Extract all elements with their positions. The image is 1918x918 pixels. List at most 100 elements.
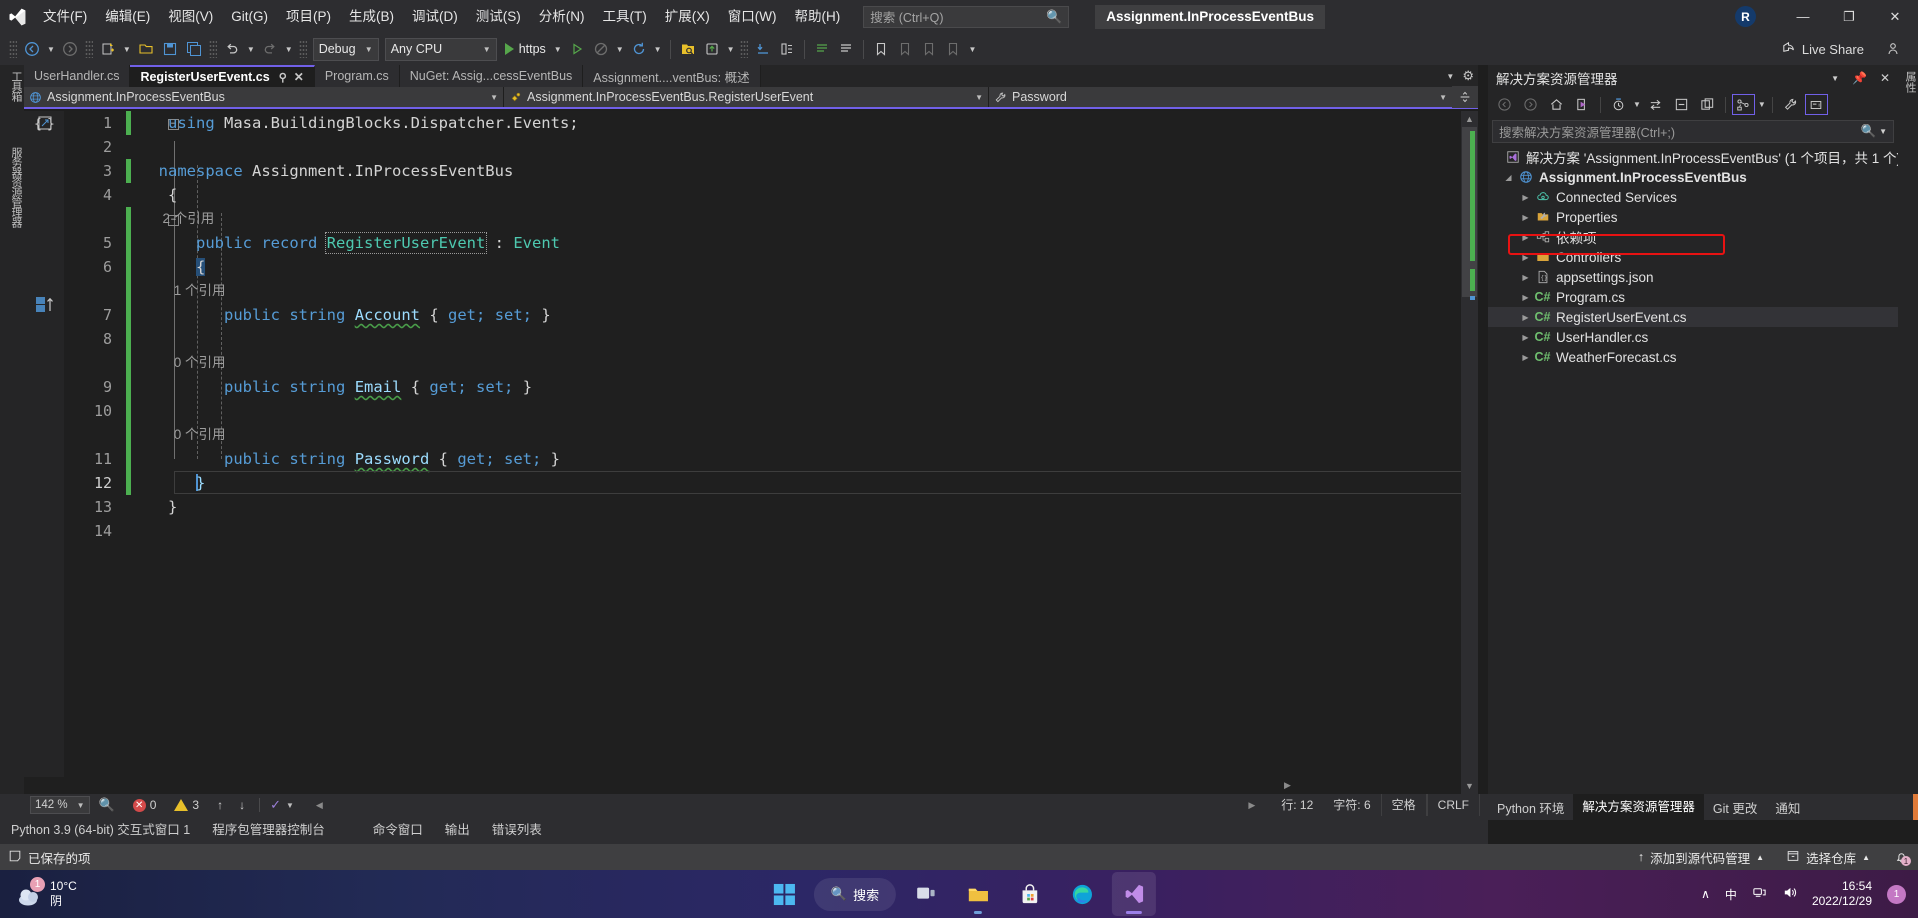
- menu-analyze[interactable]: 分析(N): [530, 0, 594, 33]
- switch-views-icon[interactable]: [1644, 94, 1667, 115]
- navigate-backward-icon[interactable]: [20, 37, 44, 61]
- forward-icon[interactable]: [1519, 94, 1542, 115]
- dock-tab-solution-explorer[interactable]: 解决方案资源管理器: [1573, 794, 1704, 820]
- collapse-all-icon[interactable]: [1670, 94, 1693, 115]
- previous-bookmark-icon[interactable]: [893, 37, 917, 61]
- chevron-right-icon[interactable]: ▶: [1518, 233, 1533, 242]
- chevron-right-icon[interactable]: ▶: [1518, 333, 1533, 342]
- quick-search-input[interactable]: 搜索 (Ctrl+Q) 🔍: [863, 5, 1070, 28]
- taskbar-search-button[interactable]: 🔍 搜索: [813, 877, 897, 911]
- navbar-project-select[interactable]: Assignment.InProcessEventBus ▼: [24, 87, 504, 107]
- uncomment-icon[interactable]: [834, 37, 858, 61]
- live-share-session-icon[interactable]: [1882, 37, 1906, 61]
- restart-dropdown-icon[interactable]: ▼: [651, 45, 665, 54]
- menu-extensions[interactable]: 扩展(X): [656, 0, 719, 33]
- minimize-button[interactable]: —: [1780, 0, 1826, 33]
- indentation-indicator[interactable]: 空格: [1380, 794, 1427, 816]
- file-explorer-icon[interactable]: [956, 872, 1000, 916]
- undo-dropdown-icon[interactable]: ▼: [244, 45, 258, 54]
- save-all-icon[interactable]: [182, 37, 206, 61]
- sync-with-active-document-icon[interactable]: [1571, 94, 1594, 115]
- start-debug-dropdown-icon[interactable]: ▼: [551, 45, 565, 54]
- menu-view[interactable]: 视图(V): [159, 0, 222, 33]
- select-repository-button[interactable]: 选择仓库 ▲: [1786, 848, 1870, 867]
- volume-icon[interactable]: [1782, 885, 1797, 903]
- solution-configuration-select[interactable]: Debug ▼: [312, 37, 379, 61]
- toolbar-grip-2[interactable]: [84, 40, 93, 58]
- line-ending-indicator[interactable]: CRLF: [1426, 794, 1480, 816]
- tree-row-project[interactable]: ◢ Assignment.InProcessEventBus: [1488, 167, 1898, 187]
- tree-row-weatherforecast-cs[interactable]: ▶ C# WeatherForecast.cs: [1488, 347, 1898, 367]
- show-all-files-icon[interactable]: [1696, 94, 1719, 115]
- properties-wrench-icon[interactable]: [1779, 94, 1802, 115]
- chevron-down-icon[interactable]: ▼: [1879, 127, 1887, 136]
- codelens-hint-row[interactable]: 0 个引用: [64, 423, 1478, 447]
- dock-tab-git-changes[interactable]: Git 更改: [1704, 798, 1766, 817]
- chevron-right-icon[interactable]: ▶: [1518, 253, 1533, 262]
- add-to-source-control-button[interactable]: ↑ 添加到源代码管理 ▲: [1638, 848, 1764, 867]
- avatar[interactable]: R: [1735, 6, 1756, 27]
- solution-views-icon[interactable]: [1731, 94, 1755, 115]
- menu-project[interactable]: 项目(P): [277, 0, 340, 33]
- dock-tab-package-manager-console[interactable]: 程序包管理器控制台: [201, 816, 336, 844]
- codelens-hint-row[interactable]: 0 个引用: [64, 351, 1478, 375]
- maximize-button[interactable]: ❐: [1826, 0, 1872, 33]
- tab-program-cs[interactable]: Program.cs: [314, 65, 400, 87]
- menu-help[interactable]: 帮助(H): [785, 0, 849, 33]
- scroll-down-icon[interactable]: ▼: [1461, 778, 1478, 794]
- previous-issue-icon[interactable]: ↑: [217, 798, 223, 812]
- tree-row-properties[interactable]: ▶ Properties: [1488, 207, 1898, 227]
- task-view-icon[interactable]: [904, 872, 948, 916]
- toolbar-overflow-icon[interactable]: ▼: [965, 45, 979, 54]
- open-file-icon[interactable]: [134, 37, 158, 61]
- toolbox-vertical-tab[interactable]: 工具箱: [0, 65, 24, 107]
- chevron-down-icon[interactable]: ▼: [1831, 74, 1839, 83]
- next-issue-icon[interactable]: ↓: [239, 798, 245, 812]
- network-icon[interactable]: [1752, 885, 1767, 903]
- server-explorer-vertical-tab[interactable]: 服务器资源管理器: [0, 141, 24, 233]
- codelens-references[interactable]: 0 个引用: [174, 427, 226, 442]
- preview-selected-items-icon[interactable]: [1804, 94, 1828, 115]
- inheritance-margin-icon[interactable]: [35, 295, 55, 315]
- tree-row-userhandler-cs[interactable]: ▶ C# UserHandler.cs: [1488, 327, 1898, 347]
- codelens-hint-row[interactable]: 2 个引用: [64, 207, 1478, 231]
- toolbar-grip-3[interactable]: [208, 40, 217, 58]
- tree-row-appsettings-json[interactable]: ▶ {} appsettings.json: [1488, 267, 1898, 287]
- chevron-right-icon[interactable]: ▶: [1518, 213, 1533, 222]
- navbar-member-select[interactable]: Password ▼: [989, 87, 1452, 107]
- step-over-icon[interactable]: [775, 37, 799, 61]
- home-icon[interactable]: [1545, 94, 1568, 115]
- codelens-references[interactable]: 0 个引用: [174, 355, 226, 370]
- visual-studio-icon[interactable]: [1112, 872, 1157, 916]
- redo-icon[interactable]: [258, 37, 282, 61]
- restart-icon[interactable]: [627, 37, 651, 61]
- chevron-right-icon[interactable]: ▶: [1518, 353, 1533, 362]
- tab-overview[interactable]: Assignment....ventBus: 概述: [583, 65, 761, 87]
- toolbar-grip[interactable]: [9, 40, 17, 58]
- editor-horizontal-scrollbar[interactable]: ▶: [24, 777, 1461, 794]
- chevron-right-icon[interactable]: ▶: [1518, 313, 1533, 322]
- stop-dropdown-icon[interactable]: ▼: [613, 45, 627, 54]
- hot-reload-icon[interactable]: [700, 37, 724, 61]
- tree-row-dependencies[interactable]: ▶ 依赖项: [1488, 227, 1898, 247]
- error-count-indicator[interactable]: ✕ 0: [132, 798, 156, 812]
- dock-tab-error-list[interactable]: 错误列表: [481, 816, 553, 844]
- tab-settings-gear-icon[interactable]: ⚙: [1462, 68, 1474, 84]
- tree-row-registeruserevent-cs[interactable]: ▶ C# RegisterUserEvent.cs: [1488, 307, 1898, 327]
- code-text-area[interactable]: − − 1 using Masa.BuildingBlocks.Dispatch…: [64, 111, 1478, 794]
- warning-count-indicator[interactable]: 3: [174, 798, 199, 812]
- menu-debug[interactable]: 调试(D): [403, 0, 467, 33]
- notification-center-badge[interactable]: 1: [1887, 884, 1906, 904]
- undo-icon[interactable]: [220, 37, 244, 61]
- tree-row-solution[interactable]: 解决方案 'Assignment.InProcessEventBus' (1 个…: [1488, 147, 1901, 167]
- menu-edit[interactable]: 编辑(E): [96, 0, 159, 33]
- dock-tab-python-env[interactable]: Python 环境: [1488, 798, 1573, 817]
- active-files-dropdown-icon[interactable]: ▼: [1446, 72, 1454, 81]
- solution-explorer-search-input[interactable]: 搜索解决方案资源管理器(Ctrl+;) 🔍 ▼: [1492, 120, 1894, 143]
- close-icon[interactable]: ✕: [294, 70, 304, 84]
- pending-changes-filter-icon[interactable]: [1607, 94, 1630, 115]
- save-icon[interactable]: [158, 37, 182, 61]
- microsoft-store-icon[interactable]: [1008, 872, 1052, 916]
- start-debug-button[interactable]: https: [500, 37, 551, 61]
- tray-expand-icon[interactable]: ∧: [1701, 887, 1710, 901]
